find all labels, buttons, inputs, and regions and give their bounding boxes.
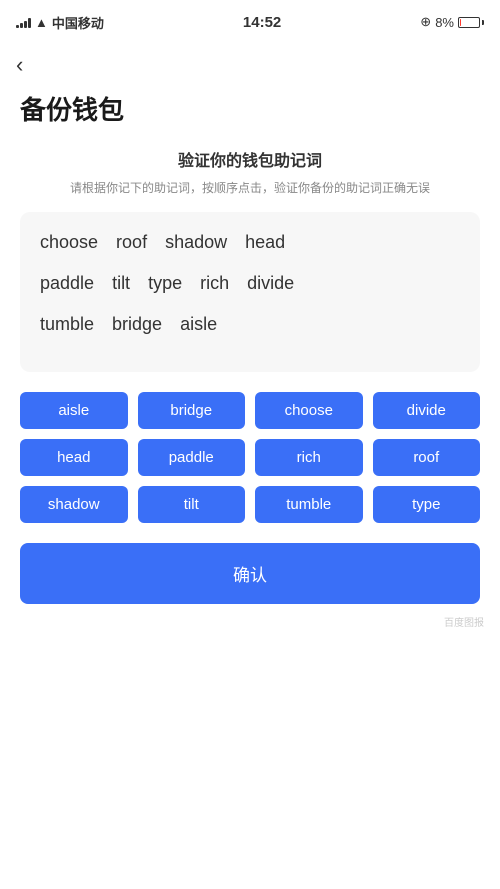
chip-head[interactable]: head <box>20 439 128 476</box>
display-word-divide: divide <box>247 273 294 294</box>
chips-area: aisle bridge choose divide head paddle r… <box>20 392 480 523</box>
word-display-box: choose roof shadow head paddle tilt type… <box>20 212 480 372</box>
display-word-aisle: aisle <box>180 314 217 335</box>
back-button[interactable]: ‹ <box>0 44 500 82</box>
confirm-btn-area: 确认 <box>20 543 480 604</box>
wifi-icon: ▲ <box>35 15 48 30</box>
battery-visual <box>458 17 484 28</box>
display-word-roof: roof <box>116 232 147 253</box>
display-word-head: head <box>245 232 285 253</box>
display-word-tumble: tumble <box>40 314 94 335</box>
display-word-shadow: shadow <box>165 232 227 253</box>
chip-tumble[interactable]: tumble <box>255 486 363 523</box>
confirm-button[interactable]: 确认 <box>20 543 480 604</box>
chip-paddle[interactable]: paddle <box>138 439 246 476</box>
signal-icon <box>16 16 31 28</box>
chip-roof[interactable]: roof <box>373 439 481 476</box>
display-word-choose: choose <box>40 232 98 253</box>
chip-type[interactable]: type <box>373 486 481 523</box>
display-word-rich: rich <box>200 273 229 294</box>
chip-choose[interactable]: choose <box>255 392 363 429</box>
status-bar: ▲ 中国移动 14:52 ⊕ 8% <box>0 0 500 44</box>
page-title: 备份钱包 <box>0 82 500 147</box>
word-display-row-1: choose roof shadow head <box>40 232 460 253</box>
chip-aisle[interactable]: aisle <box>20 392 128 429</box>
section-desc: 请根据你记下的助记词，按顺序点击，验证你备份的助记词正确无误 <box>0 179 500 198</box>
watermark: 百度图报 <box>0 604 500 639</box>
display-word-tilt: tilt <box>112 273 130 294</box>
status-carrier: ▲ 中国移动 <box>16 13 104 32</box>
chip-divide[interactable]: divide <box>373 392 481 429</box>
chip-shadow[interactable]: shadow <box>20 486 128 523</box>
display-word-paddle: paddle <box>40 273 94 294</box>
word-display-row-3: tumble bridge aisle <box>40 314 460 335</box>
battery-icon: ⊕ <box>420 14 431 30</box>
chip-bridge[interactable]: bridge <box>138 392 246 429</box>
display-word-type: type <box>148 273 182 294</box>
chip-tilt[interactable]: tilt <box>138 486 246 523</box>
display-word-bridge: bridge <box>112 314 162 335</box>
word-display-row-2: paddle tilt type rich divide <box>40 273 460 294</box>
chip-rich[interactable]: rich <box>255 439 363 476</box>
chips-grid: aisle bridge choose divide head paddle r… <box>20 392 480 523</box>
status-time: 14:52 <box>243 14 281 31</box>
section-title: 验证你的钱包助记词 <box>0 147 500 171</box>
status-right: ⊕ 8% <box>420 14 484 30</box>
